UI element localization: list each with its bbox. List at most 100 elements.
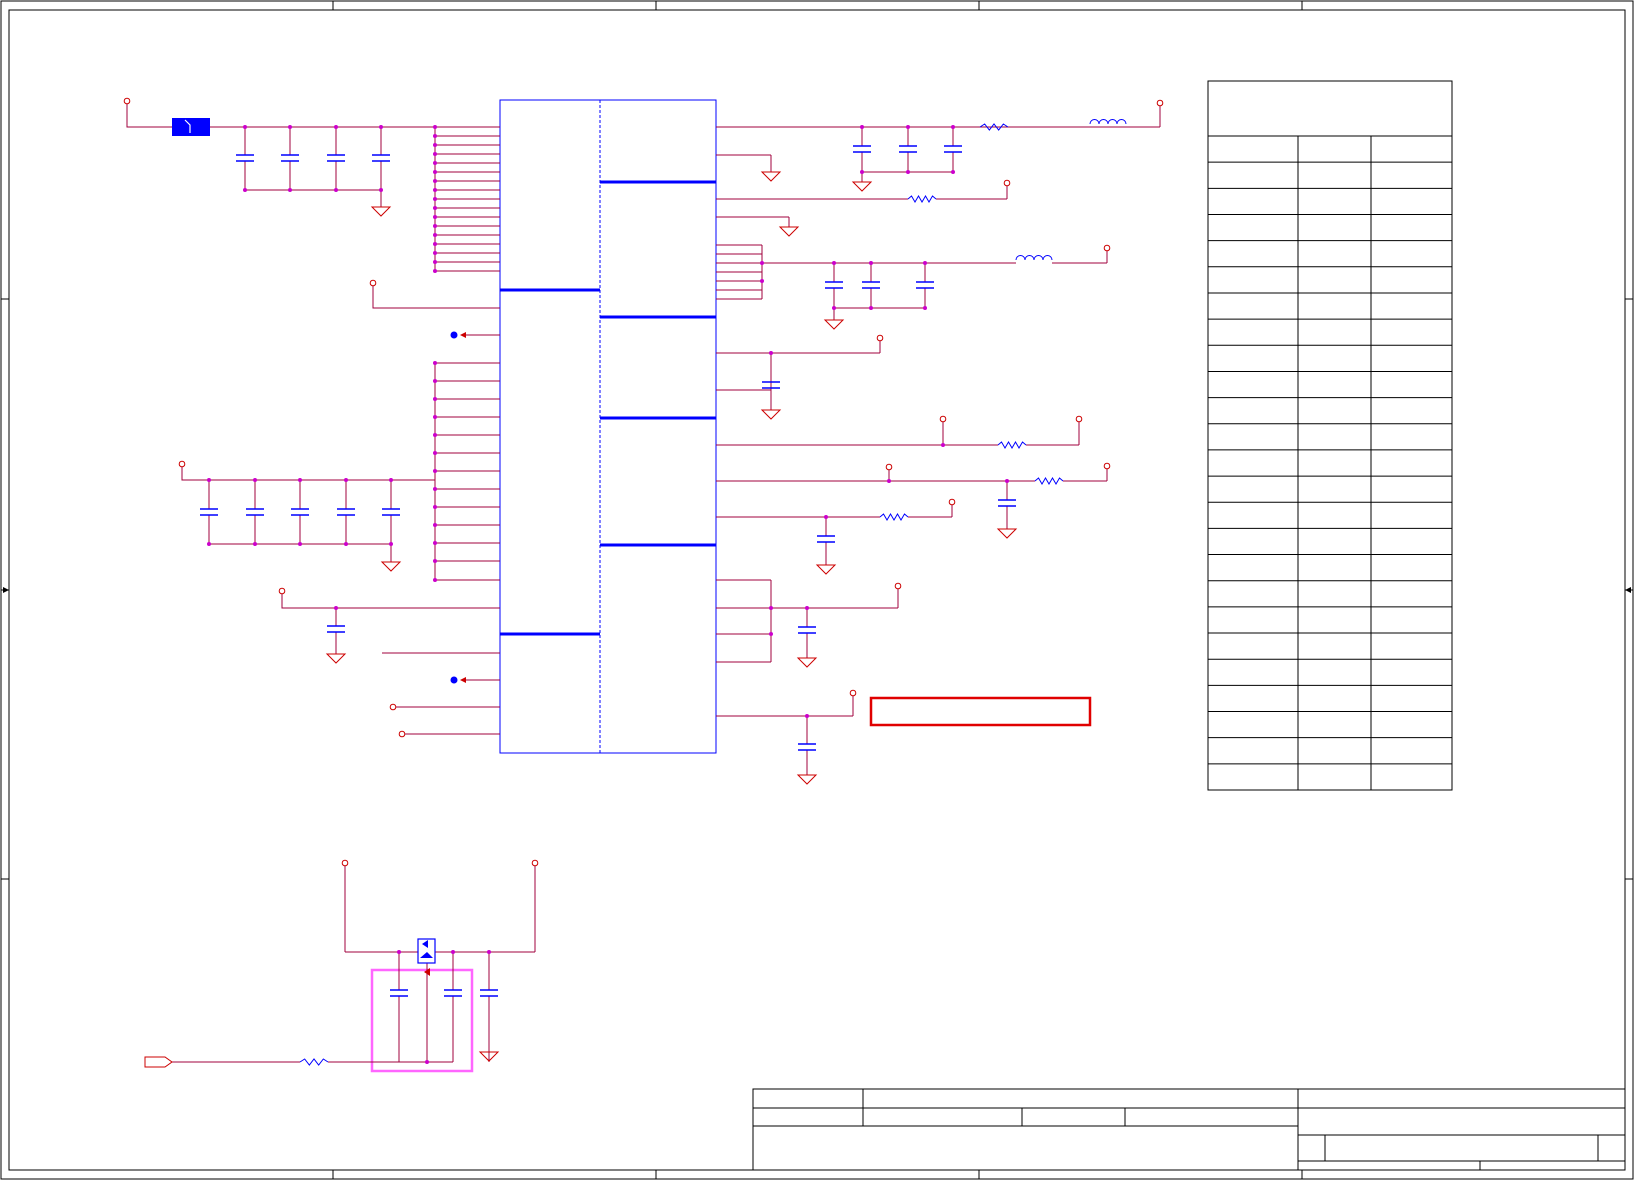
power-port-circle <box>894 582 902 590</box>
frame-arrow-left <box>3 587 9 593</box>
pink-highlight-box <box>370 968 474 1073</box>
junction-dot <box>906 170 910 174</box>
junction-dot <box>824 515 828 519</box>
junction-dot <box>433 251 437 255</box>
junction-dot <box>1005 479 1009 483</box>
junction-dot <box>760 261 764 265</box>
junction-dot <box>869 306 873 310</box>
schematic-components <box>123 97 1164 1068</box>
junction-dot <box>433 469 437 473</box>
ferrite-bead <box>1034 477 1064 485</box>
power-port-circle <box>178 460 186 468</box>
junction-dot <box>941 443 945 447</box>
wire <box>281 594 500 609</box>
junction-dot <box>288 188 292 192</box>
power-port-circle <box>939 415 947 423</box>
junction-dot <box>425 1060 429 1064</box>
schematic-wires <box>126 104 1161 1063</box>
junction-dot <box>389 478 393 482</box>
junction-dot <box>433 170 437 174</box>
junction-dot <box>805 714 809 718</box>
junction-dot <box>906 125 910 129</box>
ground-symbol <box>796 774 818 785</box>
junction-dot <box>397 950 401 954</box>
ground-symbol <box>370 206 392 217</box>
power-port-circle <box>948 498 956 506</box>
power-port-circle <box>398 730 406 738</box>
junction-dot <box>923 306 927 310</box>
resistor <box>299 1058 329 1066</box>
ground-symbol <box>996 528 1018 539</box>
sheet-frame <box>0 0 1634 1180</box>
junction-dot <box>433 260 437 264</box>
junction-dot <box>433 152 437 156</box>
junction-dot <box>869 261 873 265</box>
junction-dot <box>951 170 955 174</box>
power-port-circle <box>1003 179 1011 187</box>
ground-symbol <box>325 653 347 664</box>
junction-dot <box>923 261 927 265</box>
drawing-title-block <box>752 1088 1626 1171</box>
wire <box>372 286 500 309</box>
ground-symbol <box>760 171 782 182</box>
inductor <box>1015 255 1053 261</box>
input-port-arrow <box>144 1056 173 1068</box>
junction-dot <box>253 542 257 546</box>
regulator-glyph <box>420 952 433 958</box>
red-highlight-box <box>869 696 1092 727</box>
ferrite-bead <box>879 513 909 521</box>
junction-dot <box>433 559 437 563</box>
junction-dot <box>433 487 437 491</box>
junction-dot <box>433 206 437 210</box>
junction-dot <box>433 397 437 401</box>
junction-dot <box>860 170 864 174</box>
wire <box>126 104 172 128</box>
junction-dot <box>433 379 437 383</box>
no-connect-dot <box>450 676 458 684</box>
junction-dot <box>433 179 437 183</box>
ground-symbol <box>815 564 837 575</box>
junction-dot <box>433 269 437 273</box>
power-port-circle <box>849 689 857 697</box>
junction-dot <box>433 361 437 365</box>
junction-dot <box>298 478 302 482</box>
junction-dot <box>334 606 338 610</box>
wire <box>181 467 435 481</box>
junction-dot <box>433 215 437 219</box>
pin-arrow <box>460 332 466 338</box>
power-port-circle <box>1156 99 1164 107</box>
power-port-circle <box>531 859 539 867</box>
junction-dot <box>769 351 773 355</box>
power-port-circle <box>123 97 131 105</box>
junction-dot <box>379 125 383 129</box>
junction-dot <box>334 188 338 192</box>
junction-dot <box>334 125 338 129</box>
junction-dot <box>433 415 437 419</box>
ground-symbol <box>851 181 873 192</box>
fuse-component <box>172 118 210 136</box>
junction-dot <box>344 542 348 546</box>
schematic-sheet <box>0 0 1634 1180</box>
power-port-circle <box>389 703 397 711</box>
junction-dot <box>805 606 809 610</box>
junction-dot <box>433 505 437 509</box>
junction-dot <box>769 632 773 636</box>
junction-dot <box>832 261 836 265</box>
junction-dot <box>243 125 247 129</box>
junction-dot <box>433 242 437 246</box>
table-border <box>1207 80 1453 791</box>
power-port-circle <box>1103 244 1111 252</box>
ferrite-bead <box>907 195 937 203</box>
power-port-circle <box>369 279 377 287</box>
junction-dot <box>433 134 437 138</box>
junction-dot <box>433 578 437 582</box>
junction-dot <box>344 478 348 482</box>
inductor <box>1089 119 1127 125</box>
junction-dot <box>243 188 247 192</box>
junction-dot <box>207 542 211 546</box>
pin-table <box>1207 80 1453 791</box>
junction-dot <box>451 950 455 954</box>
ground-symbol <box>380 561 402 572</box>
junction-dot <box>433 433 437 437</box>
power-port-circle <box>1103 462 1111 470</box>
